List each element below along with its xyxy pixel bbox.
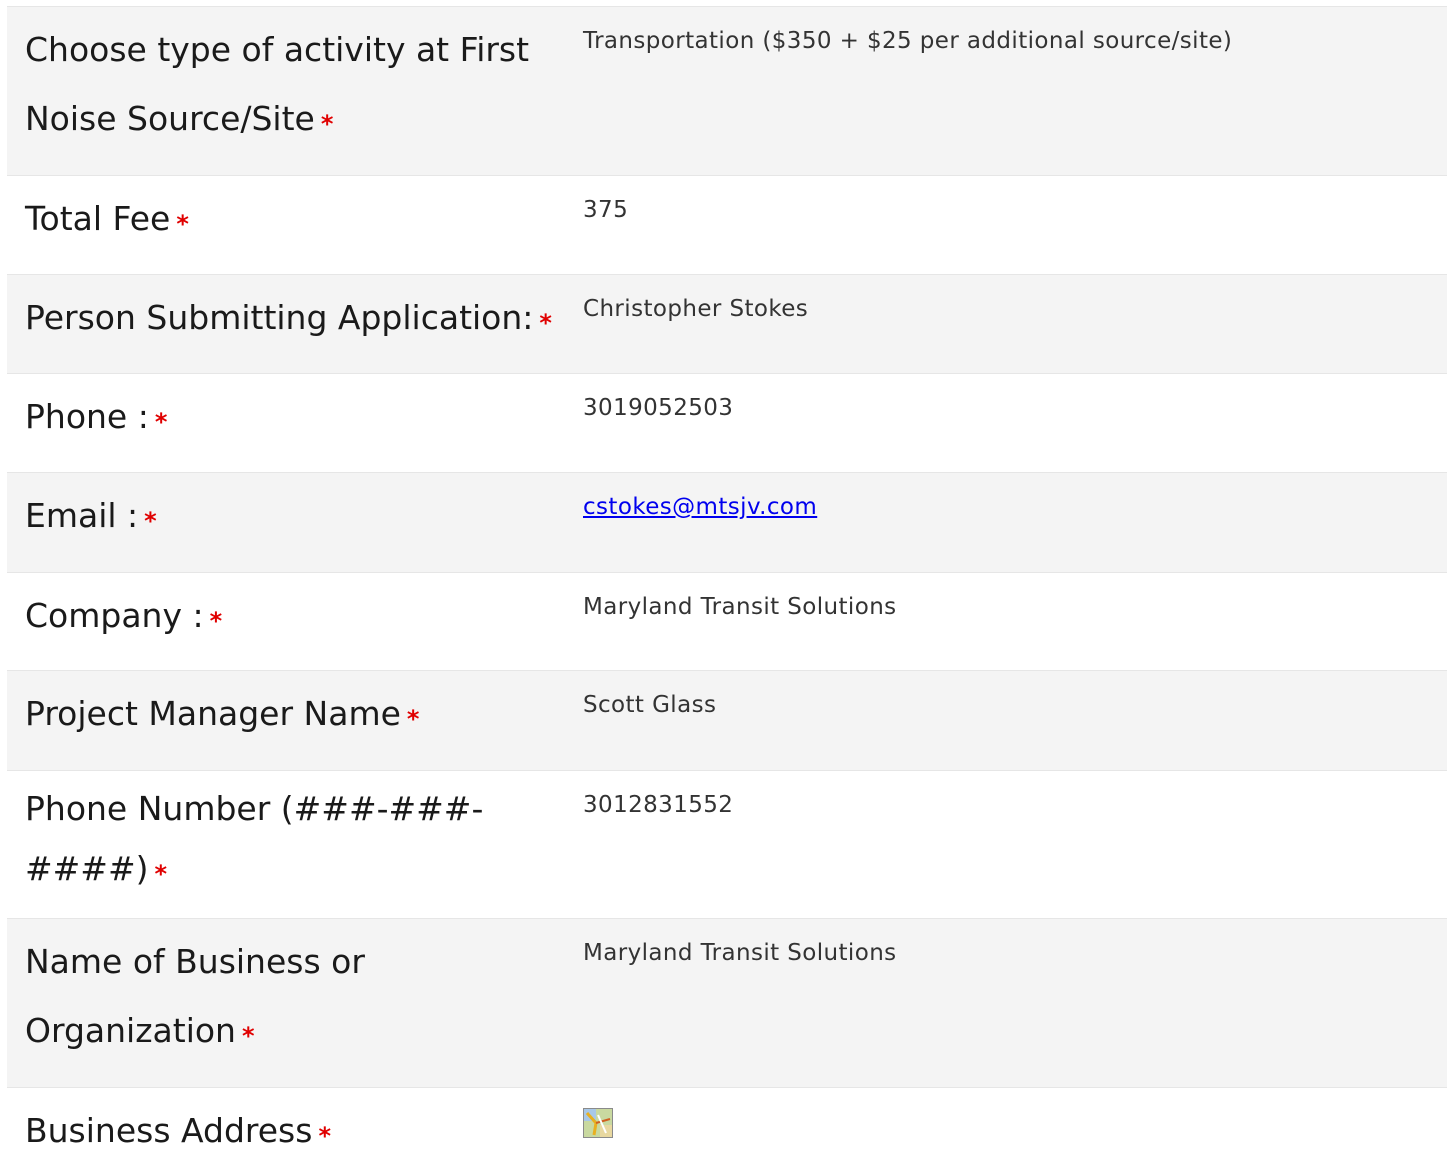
required-marker: * (539, 309, 552, 337)
label-text: Name of Business or Organization (25, 942, 365, 1050)
required-marker: * (144, 507, 157, 535)
label-text: Email : (25, 496, 139, 535)
field-value: Maryland Transit Solutions (583, 940, 897, 966)
required-marker: * (406, 705, 420, 733)
field-value: 3019052503 (583, 395, 734, 421)
required-marker: * (154, 860, 168, 888)
field-value: Christopher Stokes (583, 296, 809, 322)
label-text: Person Submitting Application: (25, 298, 534, 337)
required-marker: * (320, 110, 334, 138)
field-label: Choose type of activity at First Noise S… (7, 1, 583, 175)
field-label: Phone : * (7, 368, 583, 472)
email-link[interactable]: cstokes@mtsjv.com (583, 494, 817, 520)
row-business-address: Business Address * (7, 1088, 1447, 1168)
field-label: Project Manager Name * (7, 665, 583, 770)
map-icon[interactable] (583, 1108, 613, 1138)
required-marker: * (241, 1022, 255, 1050)
field-value: Scott Glass (583, 692, 717, 718)
row-phone: Phone : * 3019052503 (7, 374, 1447, 473)
label-text: Project Manager Name (25, 694, 401, 733)
field-label: Total Fee * (7, 170, 583, 274)
label-text: Phone Number (###-###-####) (25, 789, 484, 888)
row-pm-phone: Phone Number (###-###-####) * 3012831552 (7, 771, 1447, 919)
label-text: Phone : (25, 397, 149, 436)
row-email: Email : * cstokes@mtsjv.com (7, 473, 1447, 573)
field-label: Company : * (7, 567, 583, 670)
label-text: Choose type of activity at First Noise S… (25, 30, 530, 138)
required-marker: * (318, 1122, 331, 1150)
row-business-name: Name of Business or Organization * Maryla… (7, 919, 1447, 1088)
field-label: Person Submitting Application: * (7, 269, 583, 373)
field-value: cstokes@mtsjv.com (583, 473, 1447, 572)
row-total-fee: Total Fee * 375 (7, 176, 1447, 275)
field-label: Business Address * (7, 1082, 583, 1168)
field-value (583, 1088, 1447, 1168)
label-text: Total Fee (25, 199, 171, 238)
application-summary-table: Choose type of activity at First Noise S… (7, 6, 1447, 1168)
row-person-submitting: Person Submitting Application: * Christop… (7, 275, 1447, 374)
field-label: Email : * (7, 467, 583, 572)
required-marker: * (209, 607, 223, 635)
label-text: Business Address (25, 1111, 313, 1150)
field-value: 375 (583, 197, 629, 223)
field-value: 3012831552 (583, 792, 734, 818)
required-marker: * (154, 408, 168, 436)
required-marker: * (176, 210, 189, 238)
field-value: Maryland Transit Solutions (583, 594, 897, 620)
field-label: Name of Business or Organization * (7, 913, 583, 1087)
field-value: Transportation ($350 + $25 per additiona… (583, 28, 1233, 54)
row-company: Company : * Maryland Transit Solutions (7, 573, 1447, 671)
row-project-manager: Project Manager Name * Scott Glass (7, 671, 1447, 771)
label-text: Company : (25, 596, 204, 635)
row-activity-type: Choose type of activity at First Noise S… (7, 7, 1447, 176)
field-label: Phone Number (###-###-####) * (7, 765, 583, 918)
